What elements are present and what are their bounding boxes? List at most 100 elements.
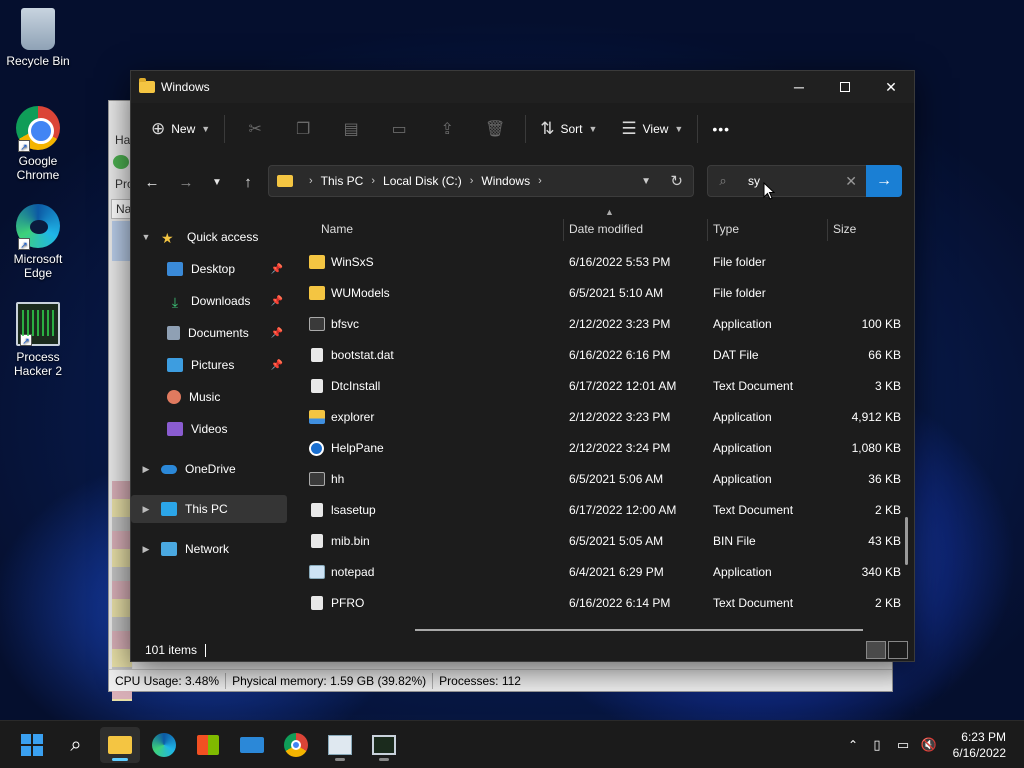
file-type: Application [713,441,772,455]
desktop-icon-microsoft-edge[interactable]: ↗ Microsoft Edge [0,204,76,280]
delete-button[interactable]: 🗑 [471,113,519,145]
more-icon: ••• [712,121,731,137]
close-button[interactable]: ✕ [868,71,914,103]
process-row-highlight [112,221,132,261]
sidebar-item-music[interactable]: Music [131,383,287,411]
file-name: mib.bin [331,534,370,548]
new-button[interactable]: ⊕ New ▼ [143,113,218,145]
maximize-button[interactable] [822,71,868,103]
taskbar-file-explorer[interactable] [100,727,140,763]
column-divider[interactable] [827,219,828,241]
sidebar-item-desktop[interactable]: Desktop 📌 [131,255,287,283]
taskbar-task-manager[interactable] [320,727,360,763]
file-row[interactable]: WinSxS 6/16/2022 5:53 PM File folder [303,247,903,278]
file-row[interactable]: lsasetup 6/17/2022 12:00 AM Text Document 2… [303,495,903,526]
desktop-icon-process-hacker[interactable]: ↗ Process Hacker 2 [0,302,76,378]
breadcrumb-this-pc[interactable]: This PC [321,174,364,188]
large-icons-view-button[interactable] [888,641,908,659]
paste-button[interactable]: ▤ [327,113,375,145]
process-row-colors [112,481,132,701]
start-button[interactable] [12,727,52,763]
rename-button[interactable]: ▭ [375,113,423,145]
network-icon[interactable]: ▭ [890,737,916,753]
search-go-button[interactable]: → [866,165,902,197]
copy-button[interactable]: ❐ [279,113,327,145]
chevron-right-icon[interactable]: › [538,175,542,187]
column-header-type[interactable]: Type [713,215,739,243]
minimize-button[interactable]: ─ [776,71,822,103]
share-button[interactable]: ⇪ [423,113,471,145]
file-row[interactable]: hh 6/5/2021 5:06 AM Application 36 KB [303,464,903,495]
view-button[interactable]: ☰ View ▼ [613,113,691,145]
taskbar-mail[interactable] [232,727,272,763]
column-divider[interactable] [707,219,708,241]
up-button[interactable]: ↑ [231,167,265,197]
vertical-scrollbar[interactable] [905,517,908,565]
title-bar[interactable]: Windows ─ ✕ [131,71,914,103]
search-input[interactable] [748,174,838,188]
desktop-icon-label: Process Hacker 2 [13,350,63,378]
usb-device-icon[interactable]: ▯ [864,737,890,753]
taskbar-edge[interactable] [144,727,184,763]
column-divider[interactable] [563,219,564,241]
sidebar-item-quick-access[interactable]: ▼ ★ Quick access [131,223,287,251]
process-count: Processes: 112 [439,673,521,688]
sidebar-item-videos[interactable]: Videos [131,415,287,443]
chevron-right-icon[interactable]: ▶ [139,464,153,475]
maximize-icon [840,82,850,92]
sidebar-item-this-pc[interactable]: ▶ This PC [131,495,287,523]
more-options-button[interactable]: ••• [704,113,738,145]
refresh-icon[interactable] [113,155,129,169]
breadcrumb-local-disk[interactable]: Local Disk (C:) [383,174,462,188]
file-row[interactable]: DtcInstall 6/17/2022 12:01 AM Text Documen… [303,371,903,402]
taskbar-process-hacker[interactable] [364,727,404,763]
file-row[interactable]: bfsvc 2/12/2022 3:23 PM Application 100 KB [303,309,903,340]
back-button[interactable]: ← [135,167,169,197]
recent-locations-button[interactable]: ▼ [203,167,231,197]
chevron-down-icon[interactable]: ▼ [139,232,153,242]
process-hacker-menu[interactable]: Ha [115,133,130,147]
volume-muted-icon[interactable]: 🔇 [916,737,942,753]
sidebar-item-downloads[interactable]: ⤓ Downloads 📌 [131,287,287,315]
file-row[interactable]: WUModels 6/5/2021 5:10 AM File folder [303,278,903,309]
clear-search-icon[interactable]: ✕ [845,173,857,190]
sidebar-item-network[interactable]: ▶ Network [131,535,287,563]
sidebar-item-documents[interactable]: Documents 📌 [131,319,287,347]
refresh-icon[interactable]: ↻ [670,172,683,190]
file-row[interactable]: explorer 2/12/2022 3:23 PM Application 4,91… [303,402,903,433]
chevron-right-icon[interactable]: ▶ [139,504,153,515]
search-box[interactable]: ⌕ ✕ → [707,165,902,197]
taskbar-search-button[interactable]: ⌕ [56,727,96,763]
chevron-right-icon[interactable]: ▶ [139,544,153,555]
column-header-date-modified[interactable]: Date modified [569,215,643,243]
desktop-icon-google-chrome[interactable]: ↗ Google Chrome [0,106,76,182]
taskbar-chrome[interactable] [276,727,316,763]
horizontal-scrollbar[interactable] [415,629,863,631]
sidebar-item-onedrive[interactable]: ▶ OneDrive [131,455,287,483]
show-hidden-icons-button[interactable]: ⌃ [842,738,864,752]
sort-button[interactable]: ⇅ Sort ▼ [532,113,605,145]
chevron-right-icon[interactable]: › [470,175,474,187]
column-header-name[interactable]: Name [321,215,353,243]
file-row[interactable]: HelpPane 2/12/2022 3:24 PM Application 1,08… [303,433,903,464]
details-view-button[interactable] [866,641,886,659]
file-row[interactable]: PFRO 6/16/2022 6:14 PM Text Document 2 KB [303,588,903,619]
address-bar[interactable]: › This PC › Local Disk (C:) › Windows › … [268,165,694,197]
taskbar-clock[interactable]: 6:23 PM 6/16/2022 [953,729,1006,761]
cut-button[interactable]: ✂ [231,113,279,145]
sidebar-item-pictures[interactable]: Pictures 📌 [131,351,287,379]
address-history-dropdown[interactable]: ▼ [641,176,651,187]
file-type: Text Document [713,596,794,610]
breadcrumb-windows[interactable]: Windows [481,174,530,188]
file-row[interactable]: mib.bin 6/5/2021 5:05 AM BIN File 43 KB [303,526,903,557]
help-icon [309,441,324,456]
taskbar-microsoft-store[interactable] [188,727,228,763]
chevron-right-icon[interactable]: › [371,175,375,187]
column-header-size[interactable]: Size [833,215,856,243]
file-explorer-window[interactable]: Windows ─ ✕ ⊕ New ▼ ✂ ❐ ▤ ▭ ⇪ 🗑 ⇅ Sort ▼… [130,70,915,662]
desktop-icon-recycle-bin[interactable]: Recycle Bin [0,8,76,68]
process-hacker-statusbar: CPU Usage: 3.48% Physical memory: 1.59 G… [109,669,892,691]
file-row[interactable]: bootstat.dat 6/16/2022 6:16 PM DAT File 66 … [303,340,903,371]
forward-button[interactable]: → [169,167,203,197]
file-row[interactable]: notepad 6/4/2021 6:29 PM Application 340 KB [303,557,903,588]
